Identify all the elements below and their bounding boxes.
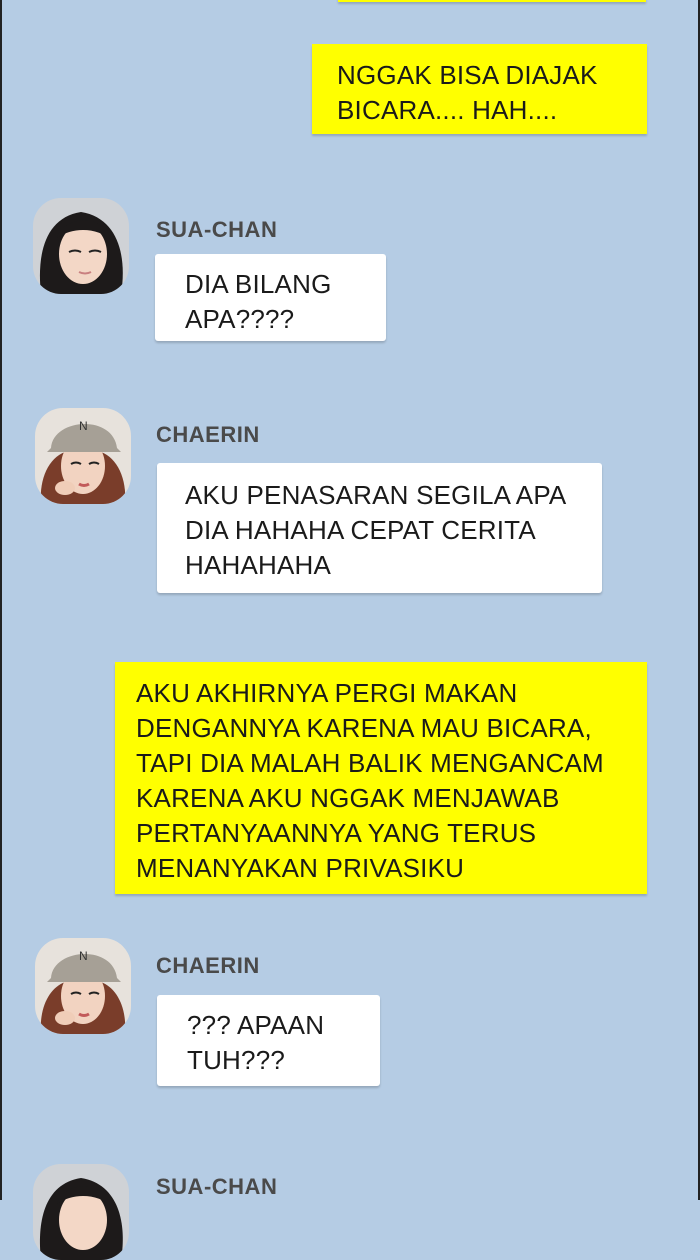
sua-chan-avatar-icon[interactable]: [33, 198, 129, 294]
my-message-bubble: AKU AKHIRNYA PERGI MAKAN DENGANNYA KAREN…: [115, 662, 647, 894]
message-line: DIA HAHAHA CEPAT CERITA: [185, 515, 536, 545]
their-message-bubble: AKU PENASARAN SEGILA APA DIA HAHAHA CEPA…: [157, 463, 602, 593]
sender-name: SUA-CHAN: [156, 1174, 278, 1199]
sender-name: CHAERIN: [156, 953, 260, 978]
message-line: BICARA.... HAH....: [337, 95, 558, 125]
message-line: KARENA AKU NGGAK MENJAWAB: [136, 783, 560, 813]
message-line: DIA BILANG: [185, 269, 332, 299]
message-line: DENGANNYA KARENA MAU BICARA,: [136, 713, 592, 743]
svg-text:N: N: [79, 949, 88, 963]
message-line: TUH???: [187, 1045, 286, 1075]
message-line: PERTANYAANNYA YANG TERUS: [136, 818, 537, 848]
message-line: HAHAHAHA: [185, 550, 332, 580]
message-line: TAPI DIA MALAH BALIK MENGANCAM: [136, 748, 604, 778]
message-line: APA????: [185, 304, 295, 334]
message-line: NGGAK BISA DIAJAK: [337, 60, 598, 90]
my-message-bubble: NGGAK BISA DIAJAK BICARA.... HAH....: [312, 44, 647, 134]
chaerin-avatar-icon[interactable]: N: [35, 938, 131, 1034]
sender-name: CHAERIN: [156, 422, 260, 447]
message-line: ??? APAAN: [187, 1010, 325, 1040]
message-bubble-partial: [338, 0, 646, 2]
message-line: AKU AKHIRNYA PERGI MAKAN: [136, 678, 518, 708]
their-message-bubble: DIA BILANG APA????: [155, 254, 386, 341]
their-message-bubble: ??? APAAN TUH???: [157, 995, 380, 1086]
message-line: MENANYAKAN PRIVASIKU: [136, 853, 465, 883]
chaerin-avatar-icon[interactable]: N: [35, 408, 131, 504]
message-line: AKU PENASARAN SEGILA APA: [185, 480, 567, 510]
svg-text:N: N: [79, 419, 88, 433]
sua-chan-avatar-icon[interactable]: [33, 1164, 129, 1260]
sender-name: SUA-CHAN: [156, 217, 278, 242]
